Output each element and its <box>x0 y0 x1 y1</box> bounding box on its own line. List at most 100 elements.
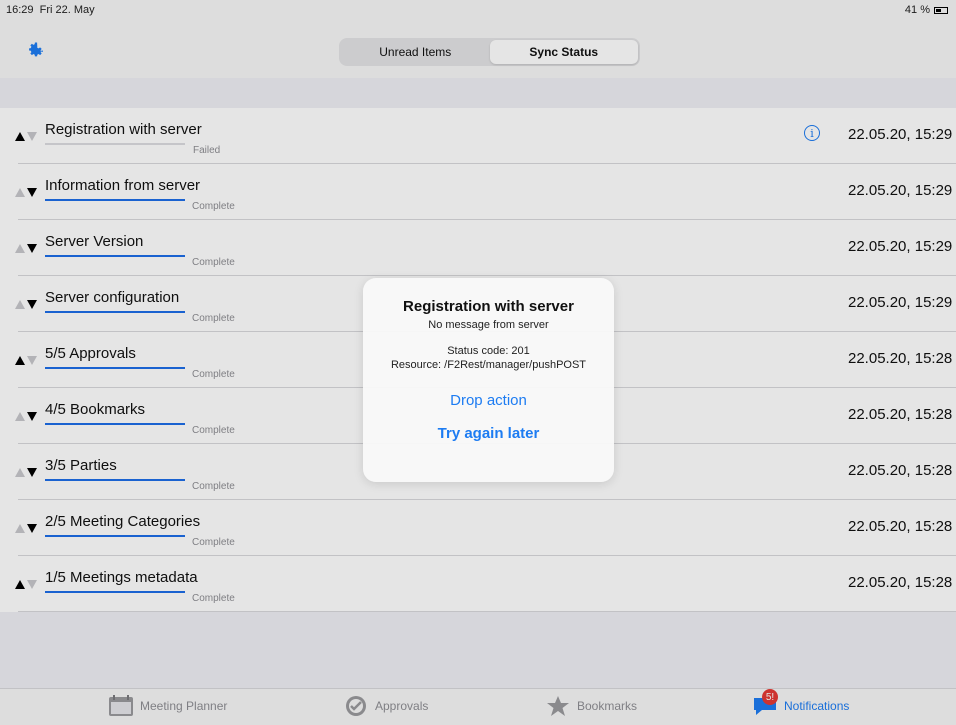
arrow-down-icon <box>27 132 37 141</box>
calendar-icon <box>109 695 133 716</box>
drop-action-button[interactable]: Drop action <box>363 391 614 410</box>
arrow-up-icon <box>15 188 25 197</box>
time-text: 16:29 <box>6 4 34 16</box>
arrow-down-icon <box>27 356 37 365</box>
sync-row-title: 1/5 Meetings metadata <box>45 569 198 586</box>
tab-bookmarks[interactable]: Bookmarks <box>545 695 637 717</box>
tab-label: Meeting Planner <box>140 699 228 713</box>
tab-label: Approvals <box>375 699 429 713</box>
arrow-down-icon <box>27 244 37 253</box>
sync-row-status: Complete <box>192 593 235 604</box>
alert-subtitle: No message from server <box>428 319 549 331</box>
section-header <box>0 78 956 108</box>
sync-row-time: 22.05.20, 15:29 <box>848 182 953 199</box>
status-time: 16:29 Fri 22. May <box>6 4 95 16</box>
status-bar: 16:29 Fri 22. May 41 % <box>0 0 956 20</box>
chat-bubble-icon: 5! <box>752 689 778 717</box>
sync-row-time: 22.05.20, 15:29 <box>848 294 953 311</box>
arrow-up-icon <box>15 580 25 589</box>
sync-row-time: 22.05.20, 15:29 <box>848 238 953 255</box>
arrow-down-icon <box>27 412 37 421</box>
arrow-down-icon <box>27 188 37 197</box>
direction-arrows-icon <box>15 354 37 366</box>
arrow-up-icon <box>15 300 25 309</box>
sync-row-title: 2/5 Meeting Categories <box>45 513 201 530</box>
sync-row[interactable]: Registration with server Failed i 22.05.20,… <box>0 108 956 164</box>
sync-progress-bar <box>45 591 185 593</box>
sync-row-title: 4/5 Bookmarks <box>45 401 146 418</box>
alert-dialog: Registration with server No message from… <box>363 278 614 482</box>
info-icon[interactable]: i <box>804 125 820 141</box>
sync-row-status: Failed <box>193 145 221 156</box>
arrow-down-icon <box>27 468 37 477</box>
sync-progress-bar <box>45 311 185 313</box>
battery-percent: 41 % <box>904 4 930 16</box>
sync-row-title: Registration with server <box>45 121 202 138</box>
star-icon <box>547 696 569 716</box>
sync-progress-bar <box>45 255 185 257</box>
tab-approvals[interactable]: Approvals <box>343 695 428 717</box>
arrow-up-icon <box>15 132 25 141</box>
row-separator <box>18 611 956 612</box>
arrow-down-icon <box>27 524 37 533</box>
direction-arrows-icon <box>15 186 37 198</box>
arrow-up-icon <box>15 356 25 365</box>
sync-row-time: 22.05.20, 15:28 <box>848 462 953 479</box>
arrow-up-icon <box>15 524 25 533</box>
arrow-down-icon <box>27 300 37 309</box>
sync-row-status: Complete <box>192 313 235 324</box>
tab-bar: Meeting Planner Approvals Bookmarks 5! N… <box>0 688 956 725</box>
tab-label: Bookmarks <box>577 699 638 713</box>
sync-row[interactable]: 2/5 Meeting Categories Complete 22.05.20, … <box>0 500 956 556</box>
view-segmented-control: Unread Items Sync Status <box>339 38 640 66</box>
sync-row-title: 3/5 Parties <box>45 457 117 474</box>
sync-row[interactable]: Information from server Complete 22.05.20,… <box>0 164 956 220</box>
sync-progress-bar <box>45 535 185 537</box>
direction-arrows-icon <box>15 298 37 310</box>
arrow-up-icon <box>15 244 25 253</box>
battery-icon <box>934 6 948 14</box>
sync-row-status: Complete <box>192 537 235 548</box>
sync-progress-bar <box>45 423 185 425</box>
segment-sync-status[interactable]: Sync Status <box>489 40 638 64</box>
sync-row-time: 22.05.20, 15:28 <box>848 350 953 367</box>
direction-arrows-icon <box>15 466 37 478</box>
arrow-up-icon <box>15 412 25 421</box>
nav-bar: Unread Items Sync Status <box>0 20 956 78</box>
sync-row-status: Complete <box>192 369 235 380</box>
segment-unread-items[interactable]: Unread Items <box>341 40 490 64</box>
sync-row-status: Complete <box>192 481 235 492</box>
sync-progress-bar <box>45 367 185 369</box>
notification-badge: 5! <box>762 689 778 705</box>
direction-arrows-icon <box>15 578 37 590</box>
sync-row-status: Complete <box>192 425 235 436</box>
sync-row-title: 5/5 Approvals <box>45 345 136 362</box>
sync-row[interactable]: 1/5 Meetings metadata Complete 22.05.20, 1… <box>0 556 956 612</box>
sync-row-title: Information from server <box>45 177 201 194</box>
sync-row-time: 22.05.20, 15:28 <box>848 574 953 591</box>
checkmark-badge-icon <box>346 696 366 716</box>
tab-label: Notifications <box>784 699 850 713</box>
sync-row[interactable]: Server Version Complete 22.05.20, 15:29 <box>0 220 956 276</box>
sync-row-time: 22.05.20, 15:28 <box>848 518 953 535</box>
sync-row-status: Complete <box>192 201 235 212</box>
alert-status-code: Status code: 201 <box>447 345 530 357</box>
sync-progress-bar <box>45 199 185 201</box>
date-text: Fri 22. May <box>39 4 95 16</box>
arrow-up-icon <box>15 468 25 477</box>
sync-row-time: 22.05.20, 15:29 <box>848 126 953 143</box>
direction-arrows-icon <box>15 522 37 534</box>
direction-arrows-icon <box>15 130 37 142</box>
tab-meeting-planner[interactable]: Meeting Planner <box>108 695 227 717</box>
gear-icon[interactable] <box>26 40 46 60</box>
sync-row-status: Complete <box>192 257 235 268</box>
alert-resource: Resource: /F2Rest/manager/pushPOST <box>390 359 587 371</box>
sync-progress-bar <box>45 143 185 145</box>
sync-progress-bar <box>45 479 185 481</box>
sync-row-title: Server Version <box>45 233 144 250</box>
try-again-later-button[interactable]: Try again later <box>363 424 614 443</box>
direction-arrows-icon <box>15 242 37 254</box>
direction-arrows-icon <box>15 410 37 422</box>
battery-status: 41 % <box>905 4 948 16</box>
tab-notifications[interactable]: 5! Notifications <box>752 689 850 717</box>
